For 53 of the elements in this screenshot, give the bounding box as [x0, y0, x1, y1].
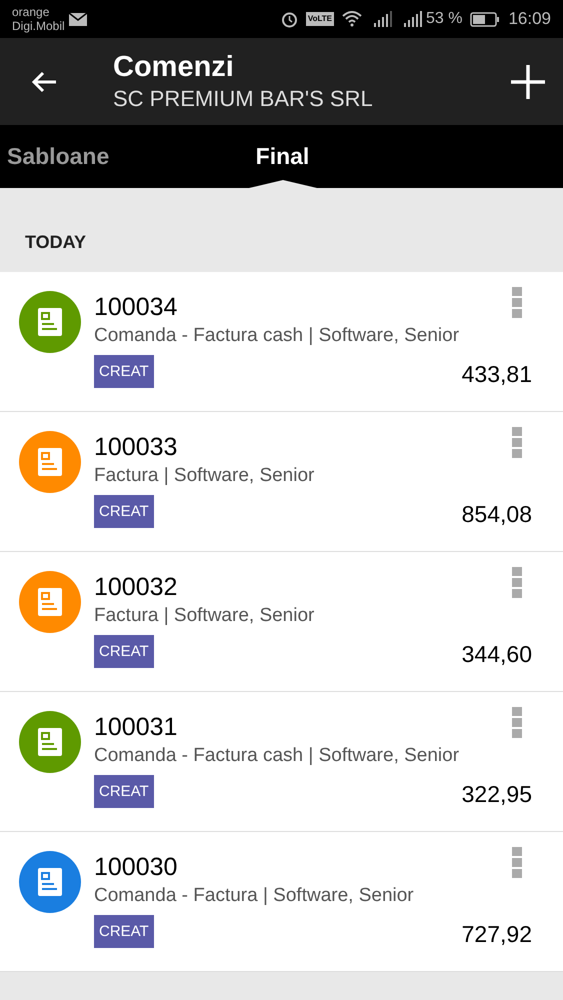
signal-icon — [374, 11, 392, 27]
more-options-icon[interactable] — [512, 427, 522, 459]
tab[interactable]: Final — [150, 125, 415, 188]
order-amount: 854,08 — [462, 500, 532, 528]
carrier-name: orange — [12, 5, 50, 19]
order-row[interactable]: 100033 Factura | Software, Senior CREAT 854,08 — [0, 412, 563, 552]
order-description: Factura | Software, Senior — [94, 464, 316, 488]
order-description: Comanda - Factura | Software, Senior — [94, 884, 415, 908]
order-row[interactable]: 100030 Comanda - Factura | Software, Senior CREAT 727,92 — [0, 832, 563, 972]
document-icon — [38, 868, 62, 896]
clock-time: 16:09 — [508, 8, 551, 30]
order-number: 100033 — [94, 432, 178, 463]
document-icon — [38, 728, 62, 756]
battery-icon — [470, 12, 500, 26]
order-row[interactable]: 100032 Factura | Software, Senior CREAT 344,60 — [0, 552, 563, 692]
order-description: Comanda - Factura cash | Software, Senior — [94, 324, 460, 348]
order-description: Comanda - Factura cash | Software, Senior — [94, 744, 460, 768]
status-badge: CREAT — [94, 915, 154, 948]
status-badge: CREAT — [94, 775, 154, 808]
section-header: TODAY — [25, 231, 86, 254]
order-amount: 727,92 — [462, 920, 532, 948]
alarm-icon — [280, 10, 298, 28]
order-amount: 322,95 — [462, 780, 532, 808]
order-number: 100031 — [94, 712, 178, 743]
mail-icon — [68, 12, 87, 26]
order-number: 100034 — [94, 292, 178, 323]
order-number: 100030 — [94, 852, 178, 883]
order-amount: 344,60 — [462, 640, 532, 668]
order-description: Factura | Software, Senior — [94, 604, 316, 628]
document-icon — [38, 448, 62, 476]
document-icon — [38, 308, 62, 336]
carrier-name: Digi.Mobil — [12, 19, 65, 33]
screen-title: Comenzi — [113, 50, 235, 84]
tab[interactable]: Sabloane — [0, 125, 150, 188]
more-options-icon[interactable] — [512, 847, 522, 879]
order-row[interactable]: 100034 Comanda - Factura cash | Software, Senior CREAT 433,81 — [0, 272, 563, 412]
more-options-icon[interactable] — [512, 287, 522, 319]
add-icon — [511, 64, 545, 98]
volte-badge: VoLTE — [306, 12, 334, 26]
document-icon — [38, 588, 62, 616]
status-badge: CREAT — [94, 355, 154, 388]
order-row[interactable]: 100031 Comanda - Factura cash | Software, Senior CREAT 322,95 — [0, 692, 563, 832]
battery-percent: 53 % — [426, 9, 462, 29]
status-badge: CREAT — [94, 635, 154, 668]
order-number: 100032 — [94, 572, 178, 603]
signal-icon — [404, 11, 422, 27]
status-badge: CREAT — [94, 495, 154, 528]
order-amount: 433,81 — [462, 360, 532, 388]
back-arrow-icon — [31, 70, 57, 92]
more-options-icon[interactable] — [512, 567, 522, 599]
wifi-icon — [342, 11, 362, 27]
more-options-icon[interactable] — [512, 707, 522, 739]
screen-subtitle: SC PREMIUM BAR'S SRL — [113, 84, 374, 112]
